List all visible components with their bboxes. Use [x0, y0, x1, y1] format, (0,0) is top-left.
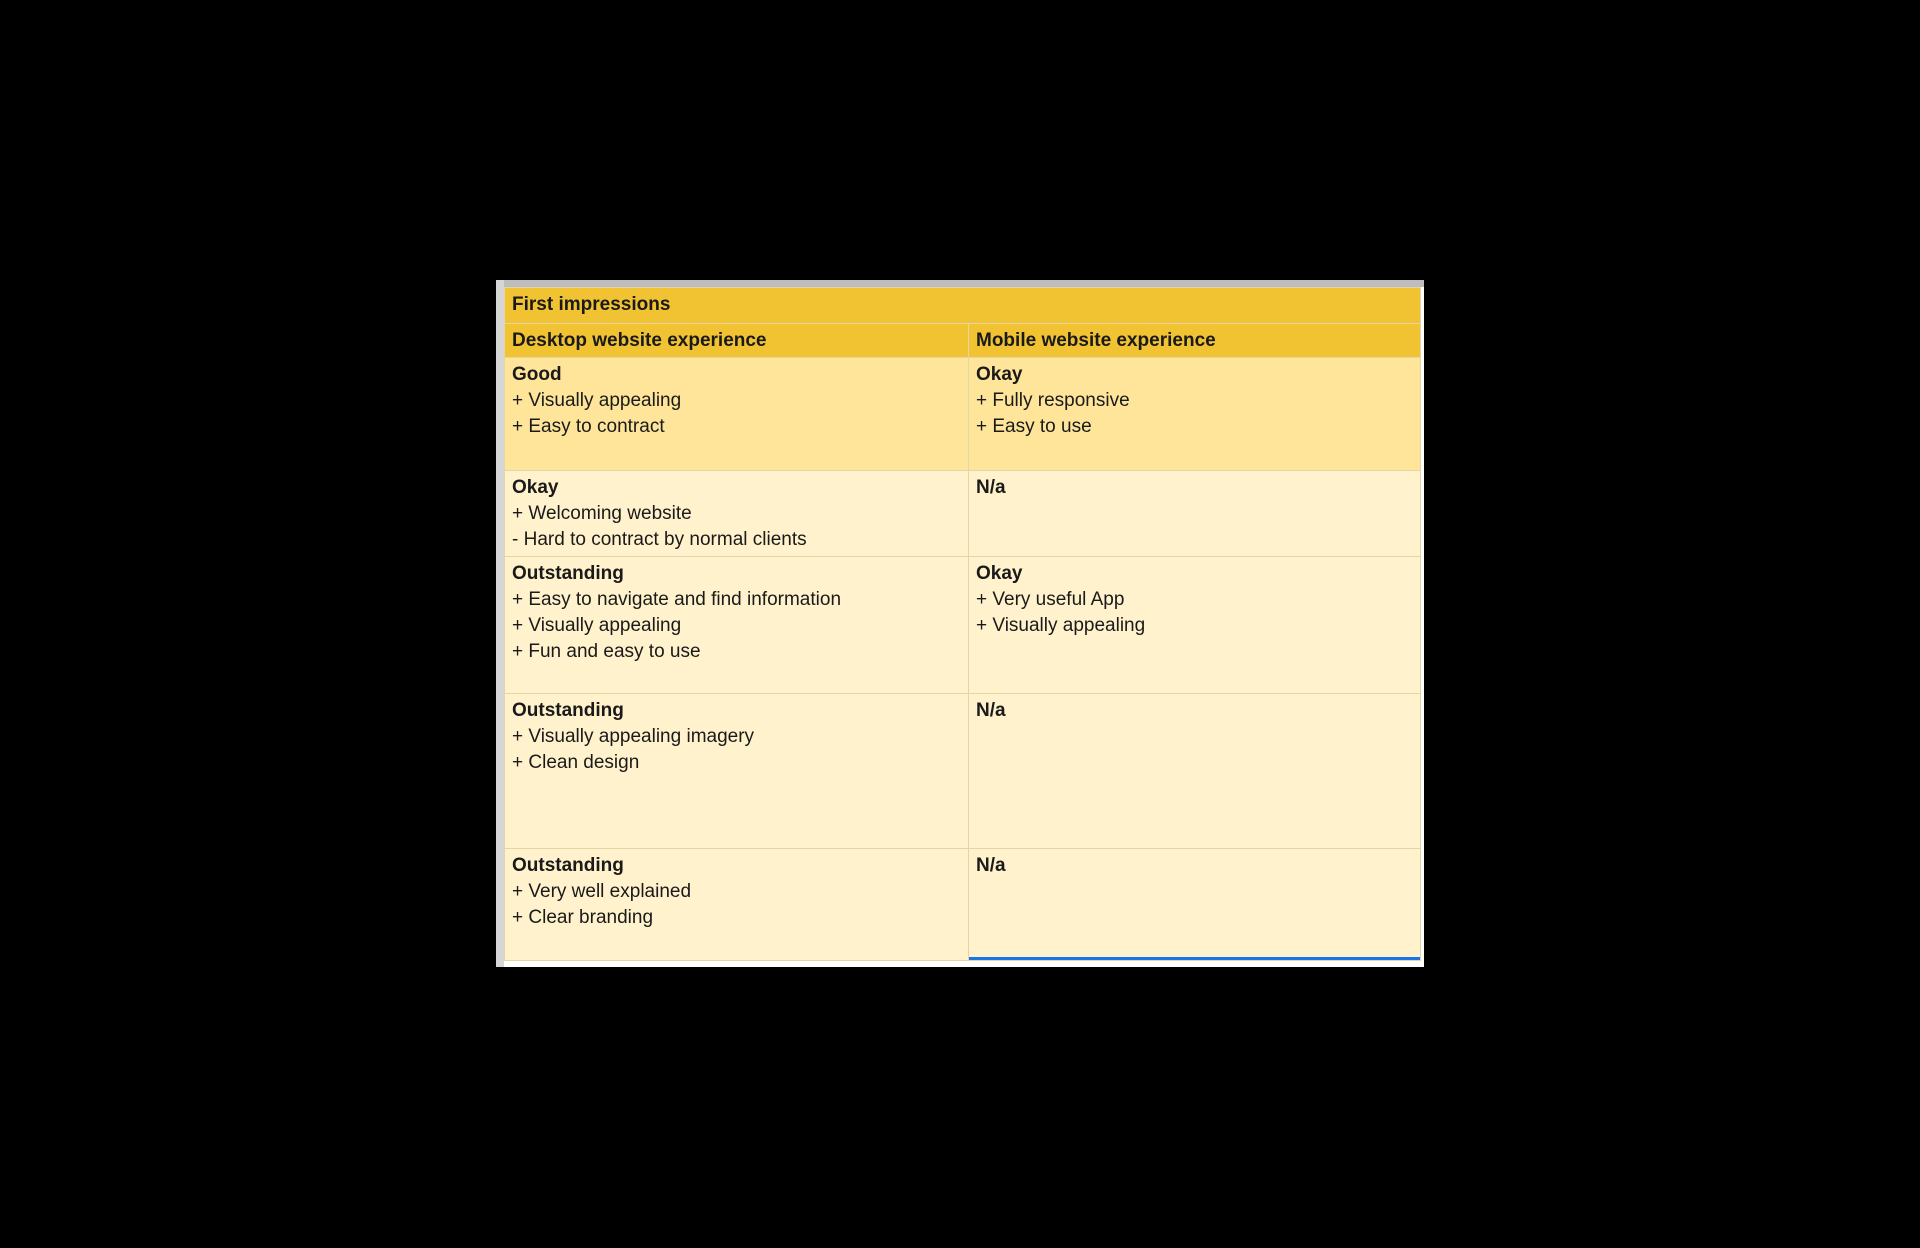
note-line: + Fully responsive [976, 390, 1130, 411]
rating-label: N/a [976, 700, 1006, 721]
mobile-cell[interactable]: N/a [967, 693, 1422, 849]
note-line: + Visually appealing imagery [512, 726, 755, 747]
note-line: + Fun and easy to use [512, 641, 701, 662]
rating-label: Outstanding [512, 563, 624, 584]
desktop-cell[interactable]: Outstanding + Easy to navigate and find … [504, 556, 969, 694]
note-line: + Visually appealing [512, 615, 682, 636]
first-impressions-table: First impressions Desktop website experi… [503, 287, 1422, 961]
rating-label: N/a [976, 477, 1006, 498]
note-line: + Very useful App [976, 589, 1125, 610]
rating-label: Outstanding [512, 855, 624, 876]
note-line: + Easy to use [976, 416, 1092, 437]
rating-label: Okay [976, 563, 1023, 584]
note-line: + Very well explained [512, 881, 692, 902]
desktop-cell[interactable]: Okay + Welcoming website - Hard to contr… [504, 470, 969, 557]
desktop-cell[interactable]: Outstanding + Very well explained + Clea… [504, 848, 969, 961]
mobile-cell[interactable]: N/a [967, 470, 1422, 557]
desktop-cell[interactable]: Good + Visually appealing + Easy to cont… [504, 357, 969, 471]
mobile-cell[interactable]: Okay + Very useful App + Visually appeal… [967, 556, 1422, 694]
spreadsheet-excerpt: First impressions Desktop website experi… [496, 280, 1424, 967]
note-line: + Clear branding [512, 907, 654, 928]
desktop-cell[interactable]: Outstanding + Visually appealing imagery… [504, 693, 969, 849]
note-line: + Visually appealing [512, 390, 682, 411]
rating-label: Okay [976, 364, 1023, 385]
mobile-cell-selected[interactable]: N/a [967, 848, 1422, 961]
screen-background: First impressions Desktop website experi… [0, 0, 1920, 1248]
note-line: + Clean design [512, 752, 640, 773]
note-line: + Visually appealing [976, 615, 1146, 636]
note-line: + Easy to navigate and find information [512, 589, 842, 610]
note-line: + Easy to contract [512, 416, 665, 437]
row-header-strip [496, 280, 504, 967]
rating-label: Okay [512, 477, 559, 498]
column-header-strip [496, 280, 1424, 287]
note-line: + Welcoming website [512, 503, 692, 524]
header-mobile-cell[interactable]: Mobile website experience [967, 323, 1422, 358]
header-desktop-cell[interactable]: Desktop website experience [504, 323, 969, 358]
table-title-cell[interactable]: First impressions [503, 287, 1422, 324]
rating-label: Good [512, 364, 562, 385]
rating-label: N/a [976, 855, 1006, 876]
rating-label: Outstanding [512, 700, 624, 721]
note-line: - Hard to contract by normal clients [512, 529, 807, 550]
mobile-cell[interactable]: Okay + Fully responsive + Easy to use [967, 357, 1422, 471]
